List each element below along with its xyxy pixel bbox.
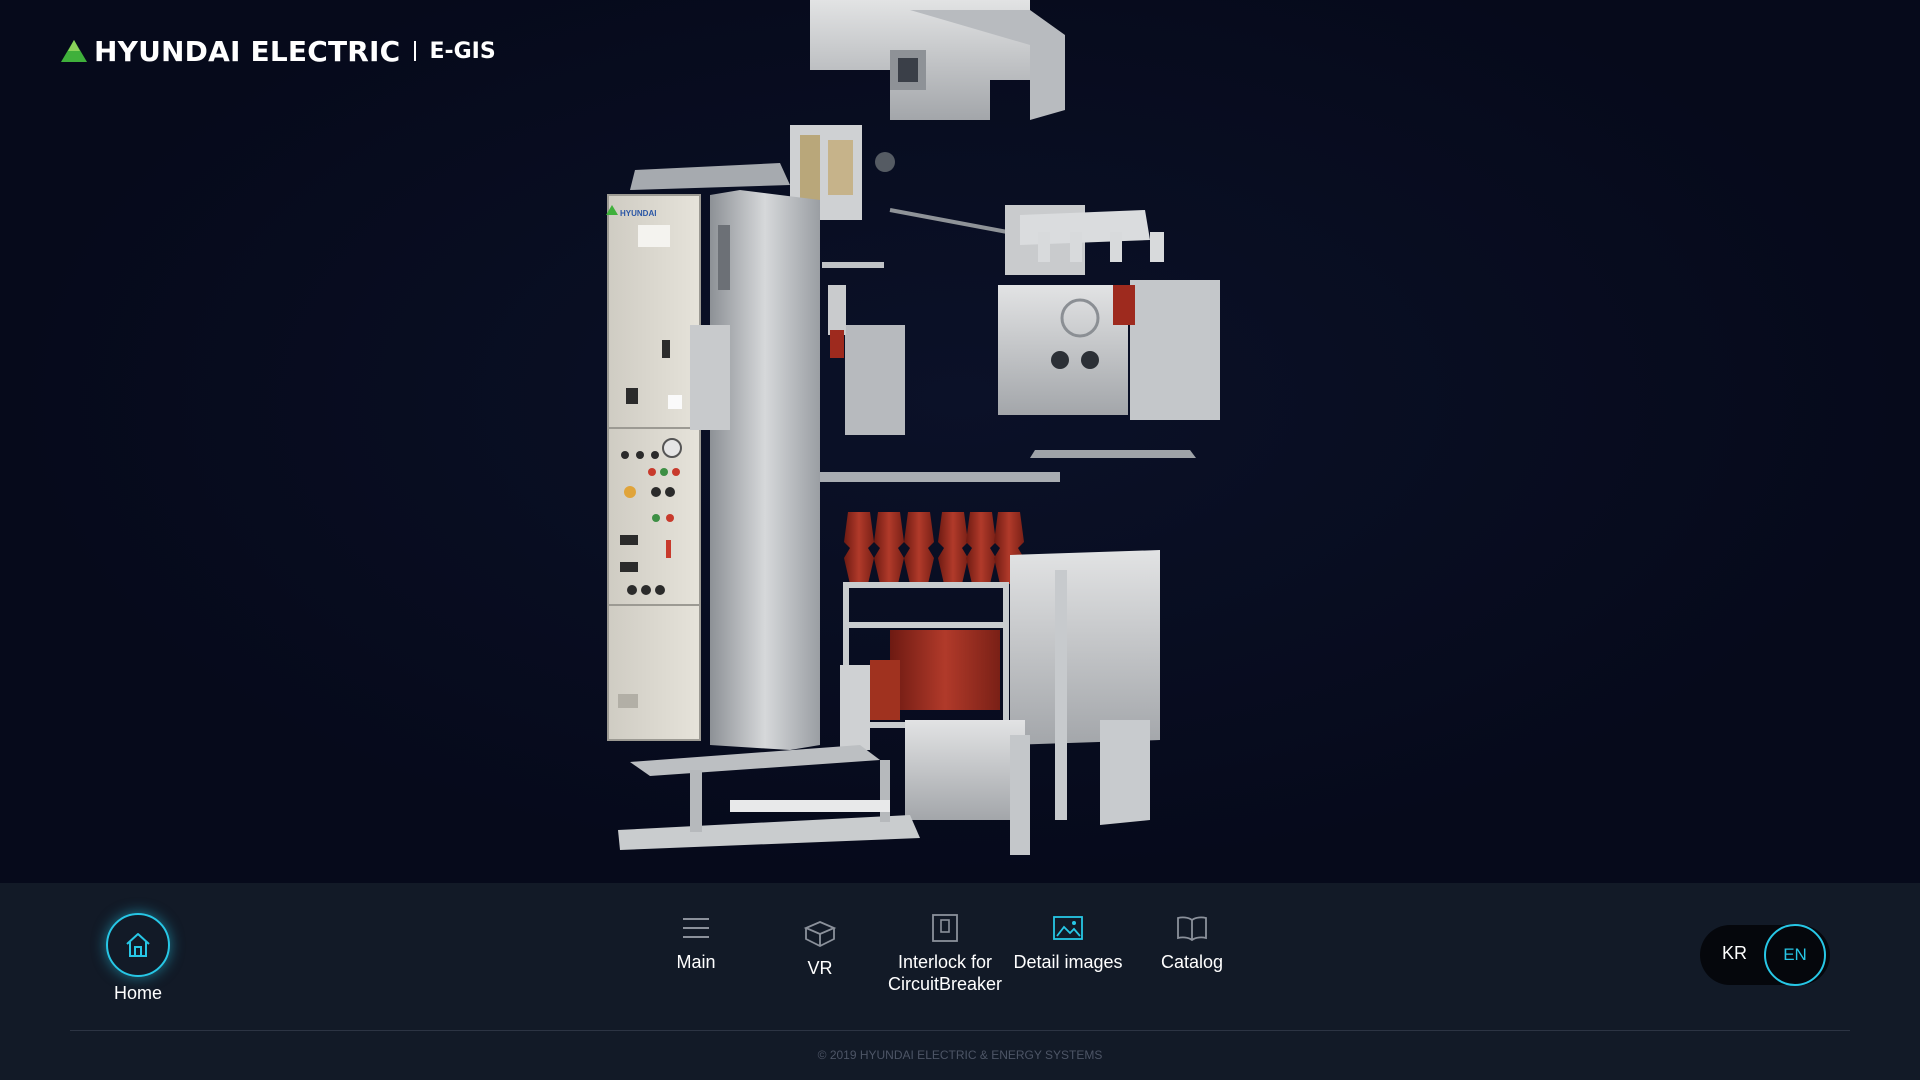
- product-name: E-GIS: [429, 38, 496, 64]
- brand-name: HYUNDAI ELECTRIC: [94, 34, 401, 68]
- top-duct: [810, 0, 1065, 120]
- product-viewer[interactable]: HYUNDAI ELECTRIC E-GIS HYUNDAI: [0, 0, 1920, 883]
- company-logo: HYUNDAI ELECTRIC E-GIS: [60, 34, 496, 68]
- nav-detail-images[interactable]: Detail images: [1008, 911, 1128, 973]
- nav-catalog[interactable]: Catalog: [1132, 911, 1252, 973]
- insulator-row: [844, 512, 1024, 584]
- bottom-navigation-bar: Home Main VR Interlock for CircuitBreake…: [0, 883, 1920, 1080]
- nav-detail-images-label: Detail images: [1013, 952, 1123, 972]
- logo-separator: [414, 41, 417, 61]
- home-button[interactable]: [106, 913, 170, 977]
- nav-interlock[interactable]: Interlock for CircuitBreaker: [884, 911, 1006, 995]
- lang-kr-button[interactable]: KR: [1722, 943, 1747, 964]
- nav-vr-label: VR: [807, 958, 833, 978]
- nav-interlock-label-line2: CircuitBreaker: [887, 974, 1003, 994]
- middle-compartment: [822, 262, 905, 435]
- image-icon: [1053, 916, 1083, 940]
- switchgear-exploded-view: HYUNDAI: [606, 0, 1220, 855]
- panel-icon: [932, 914, 958, 942]
- nav-main[interactable]: Main: [636, 911, 756, 973]
- footer-divider: [70, 1030, 1850, 1031]
- logo-triangle-icon: [61, 40, 87, 62]
- home-icon: [126, 933, 150, 957]
- front-panel: HYUNDAI: [606, 194, 701, 741]
- language-switcher: KR EN: [1700, 924, 1830, 986]
- base-frame: [618, 745, 920, 850]
- nav-catalog-label: Catalog: [1160, 952, 1224, 972]
- side-panel: [690, 190, 820, 750]
- home-label: Home: [113, 983, 162, 1003]
- copyright-text: © 2019 HYUNDAI ELECTRIC & ENERGY SYSTEMS: [817, 1048, 1103, 1062]
- nav-interlock-label: Interlock for CircuitBreaker: [884, 951, 1006, 995]
- nav-interlock-label-line1: Interlock for: [897, 952, 993, 972]
- lang-en-button[interactable]: EN: [1764, 924, 1826, 986]
- cube-icon: [803, 921, 837, 948]
- nav-main-label: Main: [676, 952, 716, 972]
- book-icon: [1177, 916, 1207, 941]
- busbar-compartment: [998, 205, 1220, 458]
- svg-text:HYUNDAI: HYUNDAI: [620, 209, 656, 218]
- hamburger-menu-icon: [683, 918, 709, 938]
- nav-vr[interactable]: VR: [760, 917, 880, 979]
